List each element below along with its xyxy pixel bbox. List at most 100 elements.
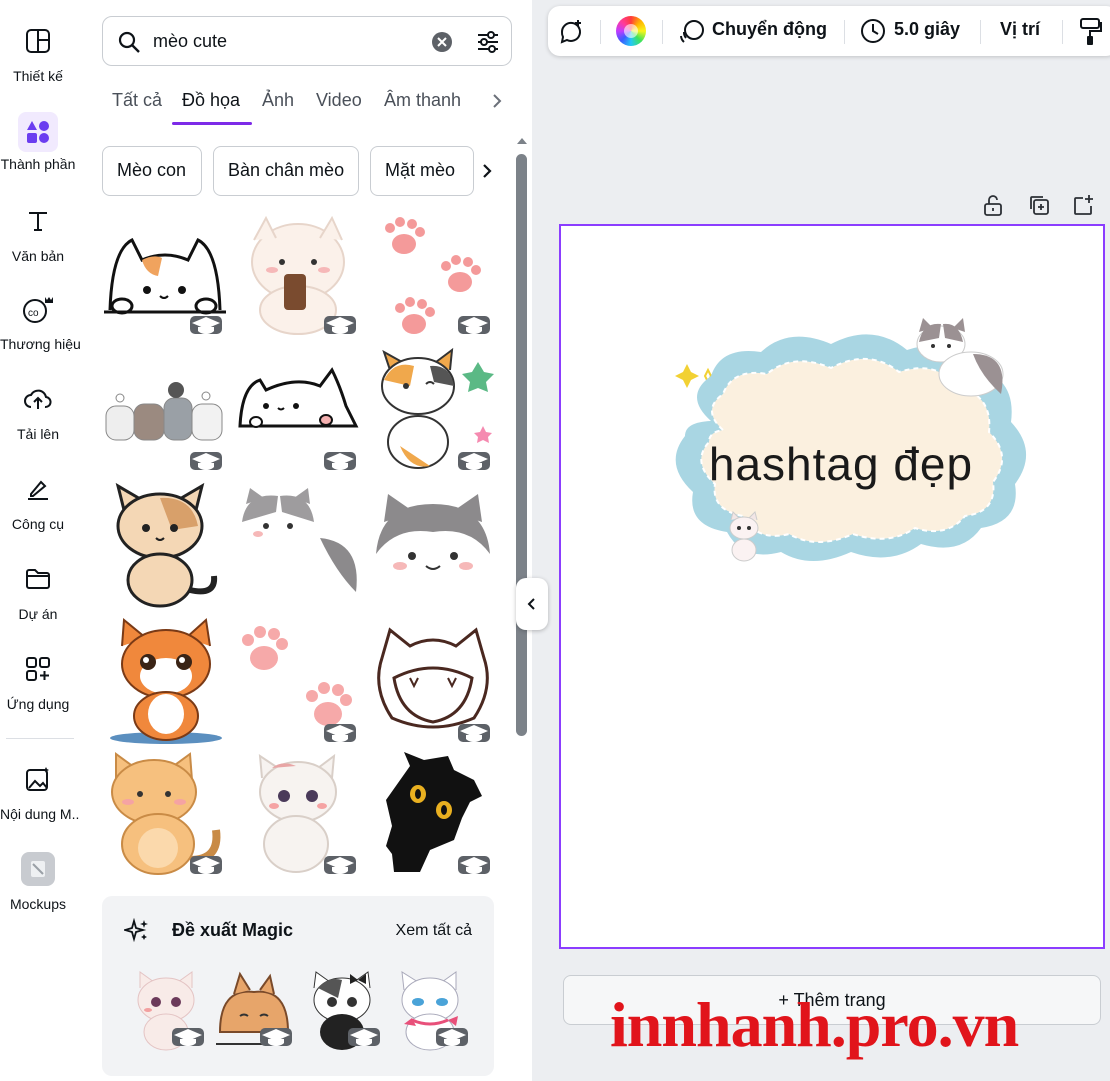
premium-badge [190,316,222,334]
headline-text[interactable]: hashtag đẹp [709,438,973,490]
duration-button[interactable]: 5.0 giây [894,19,960,40]
tab-all[interactable]: Tất cả [112,90,162,111]
left-rail: Thiết kế Thành phần Văn bản co Thương hi… [0,0,84,1081]
premium-badge [172,1028,204,1046]
see-all-link[interactable]: Xem tất cả [396,922,472,940]
graphic-tile[interactable] [236,750,362,878]
sidebar-item-label: Công cụ [11,516,65,532]
sidebar-item-mockups[interactable]: Mockups [0,852,76,942]
paint-roller-icon[interactable] [1078,16,1102,46]
sidebar-item-projects[interactable]: Dự án [0,562,76,652]
graphic-tile[interactable] [236,210,362,338]
design-page[interactable]: hashtag đẹp [559,224,1105,949]
chip-kitten[interactable]: Mèo con [102,146,202,196]
premium-badge [348,1028,380,1046]
tab-audio[interactable]: Âm thanh [384,90,461,111]
graphic-tile[interactable] [102,618,228,746]
magic-tile[interactable] [390,968,470,1052]
scrollbar-thumb[interactable] [516,154,527,736]
sidebar-item-label: Ứng dụng [6,696,70,712]
premium-badge [324,856,356,874]
graphic-tile[interactable] [370,618,496,746]
clear-icon[interactable] [431,31,453,53]
lock-icon[interactable] [982,194,1004,216]
graphic-tile[interactable] [102,482,228,610]
premium-badge [190,856,222,874]
duplicate-page-icon[interactable] [1028,194,1050,216]
graphic-tile[interactable] [102,210,228,338]
mockups-icon [21,852,55,886]
sparkle-icon [124,918,148,943]
magic-tile[interactable] [214,968,294,1052]
sidebar-item-tools[interactable]: Công cụ [0,472,76,562]
premium-badge [324,724,356,742]
graphics-grid [102,206,502,876]
draw-icon [21,472,55,506]
category-tabs: Tất cả Đồ họa Ảnh Video Âm thanh [102,86,512,128]
chip-cat-face[interactable]: Mặt mèo [370,146,474,196]
sidebar-item-label: Thương hiệu [0,336,81,352]
sidebar-item-label: Văn bản [11,248,65,264]
apps-icon [21,652,55,686]
scroll-up-icon[interactable] [515,136,529,146]
comment-add-icon[interactable] [558,18,586,46]
sidebar-item-label: Thiết kế [13,68,63,84]
sidebar-item-design[interactable]: Thiết kế [0,24,76,114]
search-input[interactable]: mèo cute [153,31,227,52]
premium-badge [324,316,356,334]
add-page-icon[interactable] [1072,194,1094,216]
search-bar[interactable]: mèo cute [102,16,512,66]
sidebar-item-elements[interactable]: Thành phần [0,112,76,202]
graphic-tile[interactable] [370,346,496,474]
sidebar-item-brand[interactable]: co Thương hiệu [0,292,81,382]
sidebar-item-label: Thành phần [0,156,76,172]
premium-badge [458,724,490,742]
magic-tile[interactable] [126,968,206,1052]
premium-badge [260,1028,292,1046]
tab-graphics[interactable]: Đồ họa [182,90,240,111]
sidebar-item-magic-media[interactable]: Nội dung M... [0,762,84,852]
active-tab-indicator [172,122,252,125]
shapes-icon [18,112,58,152]
animate-icon[interactable] [678,18,706,46]
chevron-right-icon[interactable] [480,162,494,180]
premium-badge [324,452,356,470]
chevron-left-icon [527,598,535,610]
text-icon [21,204,55,238]
sidebar-item-apps[interactable]: Ứng dụng [0,652,76,742]
svg-text:co: co [28,308,39,319]
page-artwork: hashtag đẹp [675,318,1027,562]
color-wheel-icon[interactable] [616,16,646,46]
sidebar-item-text[interactable]: Văn bản [0,204,76,294]
premium-badge [190,452,222,470]
tab-photos[interactable]: Ảnh [262,90,294,111]
graphic-tile[interactable] [102,750,228,878]
chip-cat-paw[interactable]: Bàn chân mèo [213,146,359,196]
graphic-tile[interactable] [370,482,496,610]
sidebar-item-uploads[interactable]: Tải lên [0,382,76,472]
search-icon [118,31,140,53]
premium-badge [458,316,490,334]
rail-divider [6,738,74,739]
filter-icon[interactable] [475,29,501,55]
graphic-tile[interactable] [236,346,362,474]
graphic-tile[interactable] [370,210,496,338]
premium-badge [458,452,490,470]
graphic-tile[interactable] [236,482,362,610]
magic-tile[interactable] [302,968,382,1052]
upload-cloud-icon [21,382,55,416]
chevron-right-icon[interactable] [490,92,504,110]
graphic-tile[interactable] [102,346,228,474]
graphic-tile[interactable] [370,750,496,878]
clock-icon [861,19,885,43]
brand-icon: co [21,292,55,326]
context-toolbar: Chuyển động 5.0 giây Vị trí [548,6,1110,56]
tab-videos[interactable]: Video [316,90,362,111]
animate-button[interactable]: Chuyển động [712,19,827,40]
collapse-panel-button[interactable] [516,578,548,630]
graphic-tile[interactable] [236,618,362,746]
premium-badge [436,1028,468,1046]
sidebar-item-label: Nội dung M... [0,806,84,822]
sidebar-item-label: Tải lên [16,426,60,442]
position-button[interactable]: Vị trí [1000,19,1040,40]
